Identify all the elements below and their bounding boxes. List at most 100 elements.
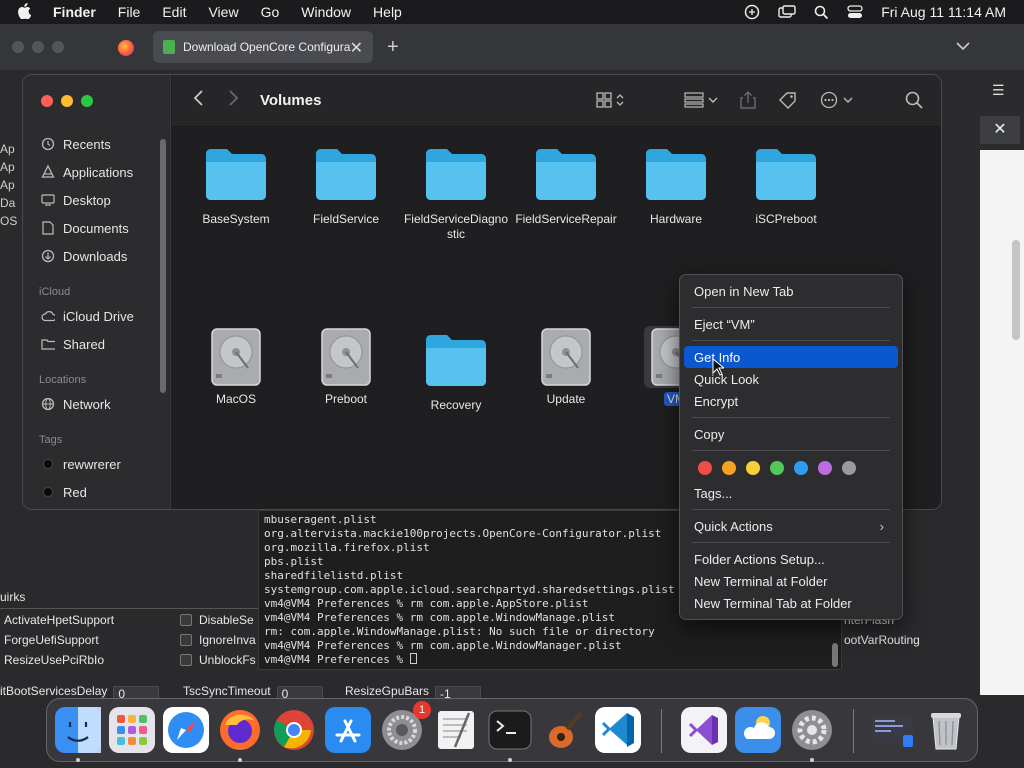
textedit-icon[interactable] <box>433 707 479 753</box>
sidebar-item-recents[interactable]: Recents <box>41 133 111 155</box>
terminal-icon[interactable] <box>487 707 533 753</box>
menu-item-new-terminal[interactable]: New Terminal at Folder <box>684 570 898 592</box>
disk-item[interactable]: MacOS <box>181 326 291 407</box>
quirk-checkbox[interactable]: UnblockFs <box>180 653 256 667</box>
sidebar-item-documents[interactable]: Documents <box>41 217 129 239</box>
share-icon[interactable] <box>740 91 756 114</box>
screen-recording-icon[interactable] <box>869 707 915 753</box>
sidebar-item-network[interactable]: Network <box>41 393 111 415</box>
minimize-window-button[interactable] <box>61 95 73 107</box>
screen-mirroring-icon[interactable] <box>778 5 796 19</box>
apple-menu-icon[interactable] <box>17 2 37 22</box>
menu-finder[interactable]: Finder <box>53 4 96 20</box>
clock-icon <box>41 137 55 151</box>
sidebar-item-label: Network <box>63 396 111 412</box>
tab-close-icon[interactable]: ✕ <box>350 38 363 58</box>
zoom-window-button[interactable] <box>81 95 93 107</box>
firefox-view-icon[interactable] <box>118 40 134 56</box>
chrome-icon[interactable] <box>271 707 317 753</box>
menu-item-tags[interactable]: Tags... <box>684 482 898 504</box>
icon-view-grid-icon[interactable] <box>596 91 626 114</box>
forward-button[interactable] <box>228 89 240 112</box>
folder-item[interactable]: FieldService <box>291 146 401 227</box>
control-center-icon[interactable] <box>847 5 863 19</box>
tag-color-orange[interactable] <box>722 461 736 475</box>
folder-item[interactable]: iSCPreboot <box>731 146 841 227</box>
browser-tab[interactable]: Download OpenCore Configurator ✕ <box>153 31 373 63</box>
system-settings-icon[interactable]: 1 <box>379 701 431 753</box>
window-zoom-dot[interactable] <box>52 41 64 53</box>
firefox-icon[interactable] <box>217 707 263 753</box>
weather-icon[interactable] <box>735 707 781 753</box>
menu-item-new-terminal-tab[interactable]: New Terminal Tab at Folder <box>684 592 898 614</box>
menu-window[interactable]: Window <box>301 4 351 20</box>
sidebar-item-applications[interactable]: Applications <box>41 161 133 183</box>
menu-item-open-new-tab[interactable]: Open in New Tab <box>684 280 898 302</box>
finder-icon[interactable] <box>55 707 101 753</box>
menu-item-copy[interactable]: Copy <box>684 423 898 445</box>
app-store-icon[interactable] <box>325 707 371 753</box>
sidebar-item-shared[interactable]: Shared <box>41 333 105 355</box>
close-window-button[interactable] <box>41 95 53 107</box>
tag-color-blue[interactable] <box>794 461 808 475</box>
folder-item[interactable]: FieldServiceRepair <box>511 146 621 227</box>
menu-file[interactable]: File <box>118 4 141 20</box>
tag-color-green[interactable] <box>770 461 784 475</box>
checkbox[interactable] <box>180 634 192 646</box>
garageband-icon[interactable] <box>541 707 587 753</box>
window-minimize-dot[interactable] <box>32 41 44 53</box>
visual-studio-icon[interactable] <box>681 707 727 753</box>
checkbox[interactable] <box>180 654 192 666</box>
folder-item[interactable]: BaseSystem <box>181 146 291 227</box>
more-actions-icon[interactable] <box>820 91 854 114</box>
quirk-checkbox[interactable]: IgnoreInva <box>180 633 256 647</box>
menu-go[interactable]: Go <box>261 4 280 20</box>
tab-list-chevron-icon[interactable] <box>956 38 970 56</box>
search-icon[interactable] <box>905 91 923 114</box>
window-close-dot[interactable] <box>12 41 24 53</box>
menu-item-quick-actions[interactable]: Quick Actions › <box>684 515 898 537</box>
vscode-icon[interactable] <box>595 707 641 753</box>
quirk-checkbox[interactable]: DisableSe <box>180 613 254 627</box>
new-tab-button[interactable]: + <box>387 36 399 59</box>
disk-item[interactable]: Update <box>511 326 621 407</box>
menu-item-folder-actions-setup[interactable]: Folder Actions Setup... <box>684 548 898 570</box>
sidebar-tag-red[interactable]: Red <box>41 481 87 503</box>
folder-item[interactable]: Hardware <box>621 146 731 227</box>
panel-close-button[interactable]: ✕ <box>980 116 1020 144</box>
terminal-scrollbar[interactable] <box>832 643 838 667</box>
hamburger-menu-icon[interactable]: ☰ <box>992 82 1005 99</box>
back-button[interactable] <box>192 89 204 112</box>
menubar-clock[interactable]: Fri Aug 11 11:14 AM <box>881 4 1006 20</box>
tag-color-purple[interactable] <box>818 461 832 475</box>
folder-item[interactable]: Recovery <box>401 332 511 413</box>
sidebar-item-desktop[interactable]: Desktop <box>41 189 111 211</box>
sidebar-tag-rewwrerer[interactable]: rewwrerer <box>41 453 121 475</box>
disk-item[interactable]: Preboot <box>291 326 401 407</box>
launchpad-icon[interactable] <box>109 707 155 753</box>
safari-icon[interactable] <box>163 707 209 753</box>
menu-item-encrypt[interactable]: Encrypt <box>684 390 898 412</box>
sidebar-scrollbar[interactable] <box>160 139 166 393</box>
menu-help[interactable]: Help <box>373 4 402 20</box>
tag-color-red[interactable] <box>698 461 712 475</box>
trash-icon[interactable] <box>923 707 969 753</box>
tag-color-yellow[interactable] <box>746 461 760 475</box>
menu-view[interactable]: View <box>208 4 238 20</box>
menu-edit[interactable]: Edit <box>162 4 186 20</box>
checkbox[interactable] <box>180 614 192 626</box>
tag-color-picker <box>698 461 856 475</box>
tag-color-gray[interactable] <box>842 461 856 475</box>
cloud-icon <box>41 309 55 323</box>
sidebar-item-downloads[interactable]: Downloads <box>41 245 127 267</box>
search-icon[interactable] <box>814 5 829 20</box>
terminal-prompt-line[interactable]: vm4@VM4 Preferences % <box>264 653 675 667</box>
screen-time-icon[interactable] <box>744 4 760 20</box>
page-scrollbar[interactable] <box>1012 240 1020 340</box>
group-by-icon[interactable] <box>684 91 718 114</box>
tag-icon[interactable] <box>778 91 798 114</box>
folder-item[interactable]: FieldServiceDiagnostic <box>401 146 511 242</box>
gear-app-icon[interactable] <box>789 707 835 753</box>
menu-item-eject[interactable]: Eject “VM” <box>684 313 898 335</box>
sidebar-item-icloud-drive[interactable]: iCloud Drive <box>41 305 134 327</box>
